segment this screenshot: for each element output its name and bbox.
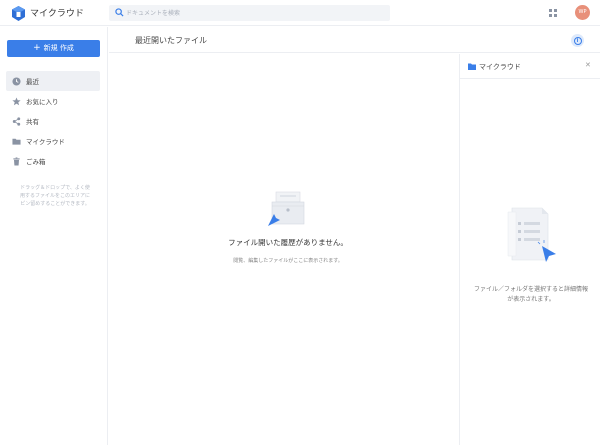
- sidebar-item-shared[interactable]: 共有: [6, 111, 100, 131]
- plus-icon: +: [33, 43, 41, 53]
- pin-drop-hint[interactable]: ドラッグ＆ドロップで、よく使用するファイルをこのエリアにピン留めすることができま…: [18, 184, 92, 208]
- sidebar-item-mycloud[interactable]: マイクラウド: [6, 131, 100, 151]
- sidebar-nav: 最近 お気に入り 共有 マイクラウド ごみ箱: [6, 71, 100, 171]
- detail-panel: マイクラウド ✕ ファイル／フォルダを選択すると詳細情報が表示されます。: [459, 54, 600, 445]
- info-icon: i: [573, 36, 582, 45]
- sidebar-item-label: マイクラウド: [26, 138, 65, 146]
- folder-icon: [12, 138, 21, 145]
- sidebar: + 新規 作成 最近 お気に入り 共有 マイクラウド ごみ箱 ドラッグ＆ドロップ…: [0, 27, 108, 445]
- apps-grid-icon[interactable]: [549, 9, 557, 17]
- empty-state-title: ファイル開いた履歴がありません。: [228, 238, 348, 247]
- sidebar-item-favorites[interactable]: お気に入り: [6, 91, 100, 111]
- clock-icon: [12, 76, 21, 86]
- empty-state-subtitle: 閲覧、編集したファイルがここに表示されます。: [233, 258, 343, 264]
- file-detail-illustration: [507, 207, 556, 262]
- trash-icon: [13, 156, 20, 166]
- search-box[interactable]: [109, 5, 390, 21]
- sidebar-item-label: ごみ箱: [26, 158, 46, 166]
- sidebar-item-label: 共有: [26, 118, 39, 126]
- search-icon: [115, 8, 124, 17]
- sidebar-item-label: 最近: [26, 78, 39, 86]
- folder-icon: [468, 63, 476, 70]
- content-header: 最近開いたファイル i: [109, 27, 600, 53]
- empty-box-illustration: [268, 191, 305, 226]
- sidebar-item-label: お気に入り: [26, 98, 59, 106]
- detail-panel-message: ファイル／フォルダを選択すると詳細情報が表示されます。: [474, 286, 589, 303]
- info-button[interactable]: i: [571, 34, 584, 47]
- detail-panel-header: マイクラウド ✕: [460, 54, 600, 79]
- search-input[interactable]: [126, 5, 381, 21]
- detail-panel-title: マイクラウド: [479, 63, 521, 71]
- app-logo-icon[interactable]: [12, 6, 25, 21]
- app-title[interactable]: マイクラウド: [30, 6, 84, 19]
- page-title: 最近開いたファイル: [135, 36, 207, 45]
- new-create-label: 新規 作成: [43, 44, 74, 52]
- sidebar-item-recent[interactable]: 最近: [6, 71, 100, 91]
- new-create-button[interactable]: + 新規 作成: [7, 40, 100, 57]
- close-icon[interactable]: ✕: [585, 61, 591, 69]
- star-icon: [12, 96, 21, 105]
- top-bar: マイクラウド WP: [0, 0, 600, 26]
- sidebar-item-trash[interactable]: ごみ箱: [6, 151, 100, 171]
- share-icon: [12, 116, 21, 126]
- user-avatar[interactable]: WP: [575, 5, 590, 20]
